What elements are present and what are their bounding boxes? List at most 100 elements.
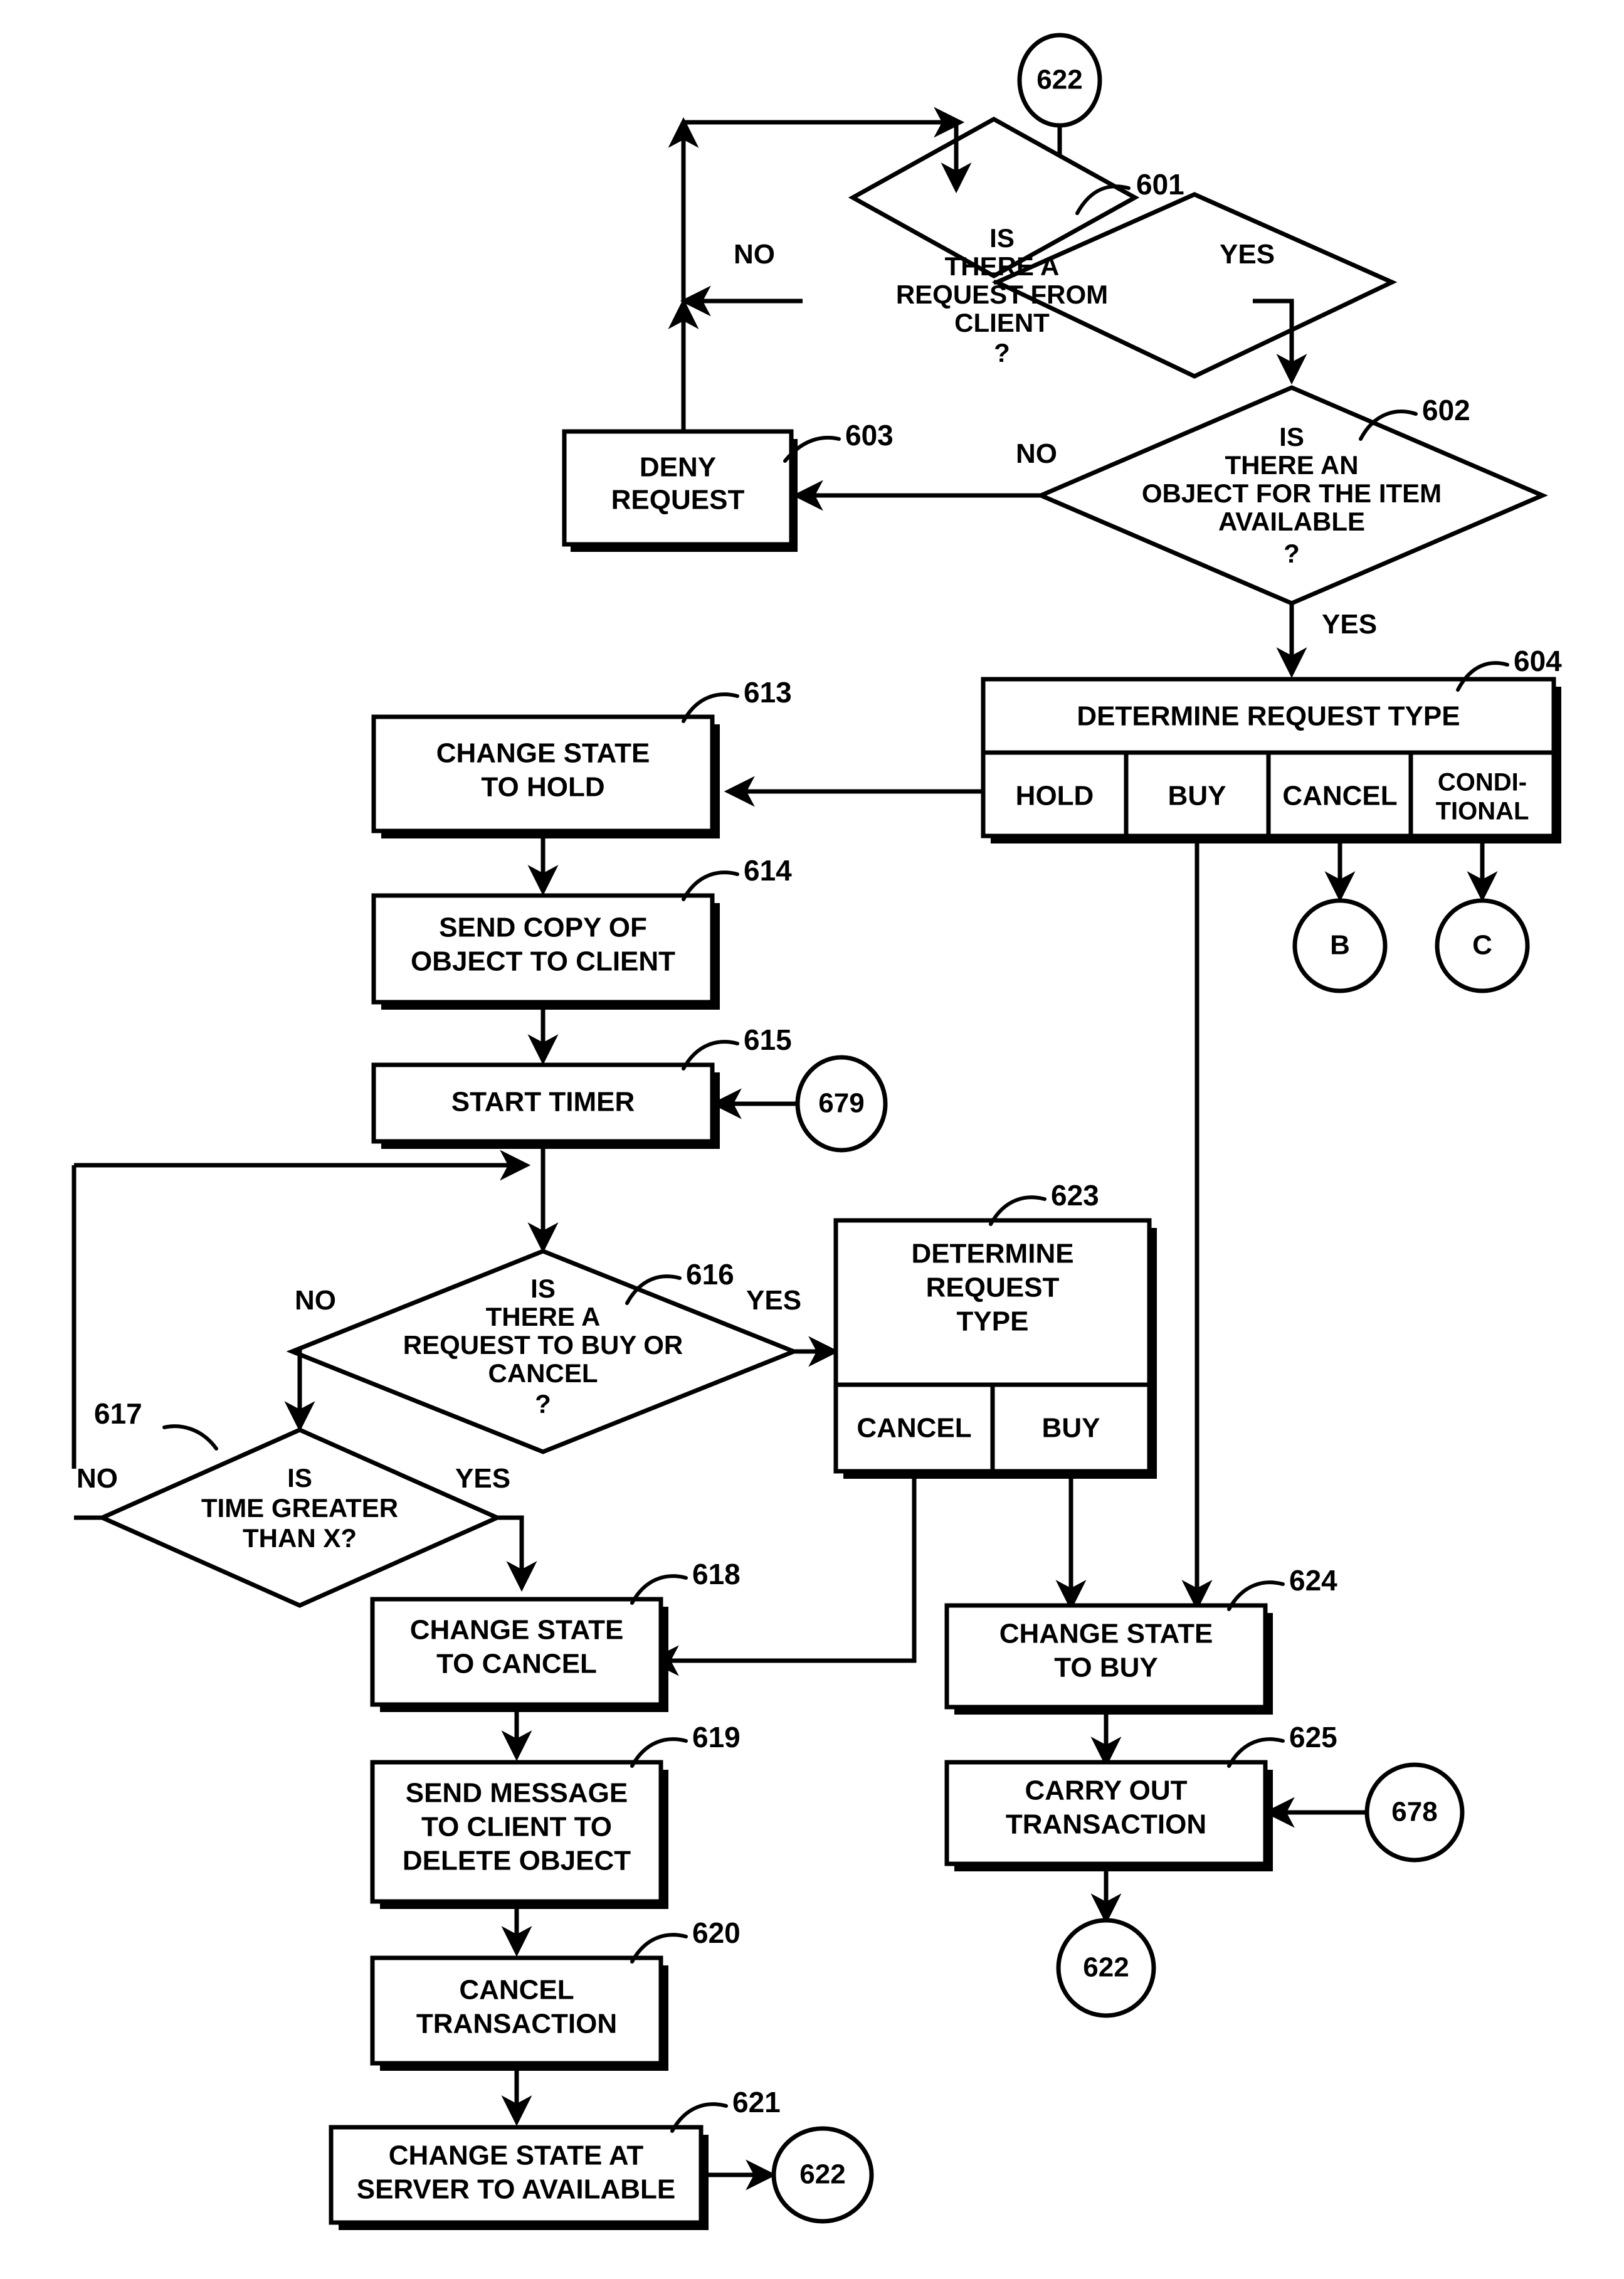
decision-602-line-1: THERE AN	[1225, 450, 1358, 480]
table-623-header-line-1: REQUEST	[926, 1272, 1060, 1303]
table-604-cell-conditional-line-1: TIONAL	[1436, 798, 1529, 825]
decision-616-line-1: THERE A	[486, 1302, 601, 1331]
ref-624-label: 624	[1289, 1564, 1337, 1597]
process-619-line-0: SEND MESSAGE	[406, 1778, 628, 1809]
ref-617-label: 617	[94, 1397, 142, 1430]
decision-601-no-label: NO	[734, 239, 775, 270]
process-614: SEND COPY OF OBJECT TO CLIENT	[371, 893, 720, 1010]
decision-616-line-3: CANCEL	[488, 1358, 598, 1388]
ref-620-label: 620	[692, 1917, 741, 1949]
ref-604-label: 604	[1514, 645, 1562, 677]
figure-sheet: 622 IS THERE A REQUEST FROM CLIENT ? NO …	[0, 0, 1624, 2279]
connector-622-cancel-label: 622	[799, 2159, 845, 2190]
connector-622-cancel-exit: 622	[771, 2126, 874, 2224]
decision-602-line-4: ?	[1284, 539, 1300, 568]
ref-613: 613	[682, 676, 792, 723]
process-620-line-1: TRANSACTION	[416, 2009, 617, 2039]
process-618: CHANGE STATE TO CANCEL	[370, 1597, 668, 1712]
process-624: CHANGE STATE TO BUY	[944, 1603, 1273, 1715]
table-623-header-line-2: TYPE	[957, 1306, 1029, 1337]
connector-678-label: 678	[1391, 1797, 1437, 1827]
decision-617-no-label: NO	[76, 1463, 118, 1494]
decision-602-line-2: OBJECT FOR THE ITEM	[1142, 479, 1442, 508]
connector-679: 679	[795, 1055, 888, 1153]
ref-603: 603	[783, 419, 894, 463]
process-619-line-2: DELETE OBJECT	[403, 1846, 631, 1876]
process-615-line-0: START TIMER	[451, 1087, 635, 1118]
decision-601-line-3: CLIENT	[954, 308, 1050, 337]
ref-620: 620	[630, 1917, 741, 1964]
decision-601-line-2: REQUEST FROM	[896, 280, 1108, 309]
ref-601-label: 601	[1136, 168, 1184, 201]
connector-622-buy-exit: 622	[1056, 1918, 1156, 2018]
ref-623-label: 623	[1051, 1179, 1099, 1212]
table-604-cell-hold: HOLD	[1016, 781, 1094, 812]
table-623-cell-cancel: CANCEL	[857, 1413, 971, 1444]
decision-616-no-label: NO	[295, 1285, 336, 1316]
decision-617-yes-label: YES	[455, 1463, 510, 1494]
ref-623: 623	[989, 1179, 1099, 1226]
process-618-line-1: TO CANCEL	[436, 1649, 597, 1679]
ref-613-label: 613	[744, 676, 792, 709]
process-614-line-0: SEND COPY OF	[439, 912, 647, 943]
decision-601-line-1: THERE A	[945, 251, 1060, 281]
connector-b: B	[1292, 898, 1388, 993]
table-604: DETERMINE REQUEST TYPE HOLD BUY CANCEL C…	[981, 677, 1561, 843]
decision-617: IS TIME GREATER THAN X?	[97, 1427, 503, 1608]
process-620: CANCEL TRANSACTION	[370, 1955, 668, 2071]
decision-617-line-1: TIME GREATER	[201, 1493, 398, 1523]
process-621-line-0: CHANGE STATE AT	[389, 2140, 644, 2171]
decision-616-line-0: IS	[530, 1274, 556, 1303]
table-623-header-line-0: DETERMINE	[911, 1239, 1073, 1269]
ref-621: 621	[670, 2086, 781, 2133]
process-613-line-1: TO HOLD	[481, 772, 604, 803]
connector-678: 678	[1364, 1762, 1465, 1863]
process-619-line-1: TO CLIENT TO	[421, 1812, 612, 1843]
flowchart-svg: 622 IS THERE A REQUEST FROM CLIENT ? NO …	[71, 33, 1562, 2230]
ref-616-label: 616	[686, 1258, 734, 1291]
table-604-header: DETERMINE REQUEST TYPE	[1077, 701, 1460, 732]
process-619: SEND MESSAGE TO CLIENT TO DELETE OBJECT	[370, 1760, 668, 1909]
decision-617-line-0: IS	[287, 1463, 312, 1493]
ref-603-label: 603	[845, 419, 894, 452]
ref-624: 624	[1227, 1564, 1337, 1611]
process-625-line-1: TRANSACTION	[1006, 1809, 1206, 1840]
process-618-line-0: CHANGE STATE	[410, 1615, 624, 1646]
process-620-line-0: CANCEL	[459, 1975, 574, 2006]
ref-619: 619	[630, 1721, 741, 1768]
ref-625: 625	[1227, 1721, 1337, 1768]
connector-c-label: C	[1472, 930, 1492, 961]
decision-616-yes-label: YES	[746, 1285, 801, 1316]
ref-619-label: 619	[692, 1721, 741, 1753]
process-614-line-1: OBJECT TO CLIENT	[411, 946, 675, 977]
connector-622-buy-label: 622	[1083, 1952, 1129, 1983]
connector-b-label: B	[1330, 930, 1350, 961]
decision-601-yes-label: YES	[1220, 239, 1275, 270]
ref-618: 618	[630, 1558, 741, 1605]
decision-616-line-2: REQUEST TO BUY OR	[403, 1330, 683, 1360]
process-603-line-1: REQUEST	[611, 485, 745, 516]
decision-601-line-4: ?	[994, 338, 1010, 367]
decision-617-line-2: THAN X?	[243, 1523, 357, 1553]
ref-618-label: 618	[692, 1558, 741, 1590]
connector-c: C	[1435, 898, 1530, 993]
ref-614: 614	[682, 854, 792, 901]
table-623: DETERMINE REQUEST TYPE CANCEL BUY	[833, 1218, 1157, 1479]
ref-615-label: 615	[744, 1023, 792, 1056]
process-613-line-0: CHANGE STATE	[436, 738, 650, 769]
ref-602-label: 602	[1422, 394, 1470, 426]
ref-615: 615	[682, 1023, 792, 1071]
ref-625-label: 625	[1289, 1721, 1337, 1753]
process-625-line-0: CARRY OUT	[1025, 1775, 1187, 1806]
connector-622-top-label: 622	[1036, 65, 1082, 95]
process-621-line-1: SERVER TO AVAILABLE	[357, 2174, 676, 2205]
decision-602-line-0: IS	[1279, 422, 1304, 452]
process-624-line-0: CHANGE STATE	[999, 1619, 1213, 1649]
process-613: CHANGE STATE TO HOLD	[371, 714, 720, 838]
table-604-cell-cancel: CANCEL	[1282, 781, 1397, 812]
decision-602-no-label: NO	[1016, 438, 1057, 469]
decision-616-line-4: ?	[535, 1389, 551, 1419]
ref-614-label: 614	[744, 854, 792, 887]
ref-617: 617	[94, 1397, 218, 1451]
process-625: CARRY OUT TRANSACTION	[944, 1760, 1273, 1871]
